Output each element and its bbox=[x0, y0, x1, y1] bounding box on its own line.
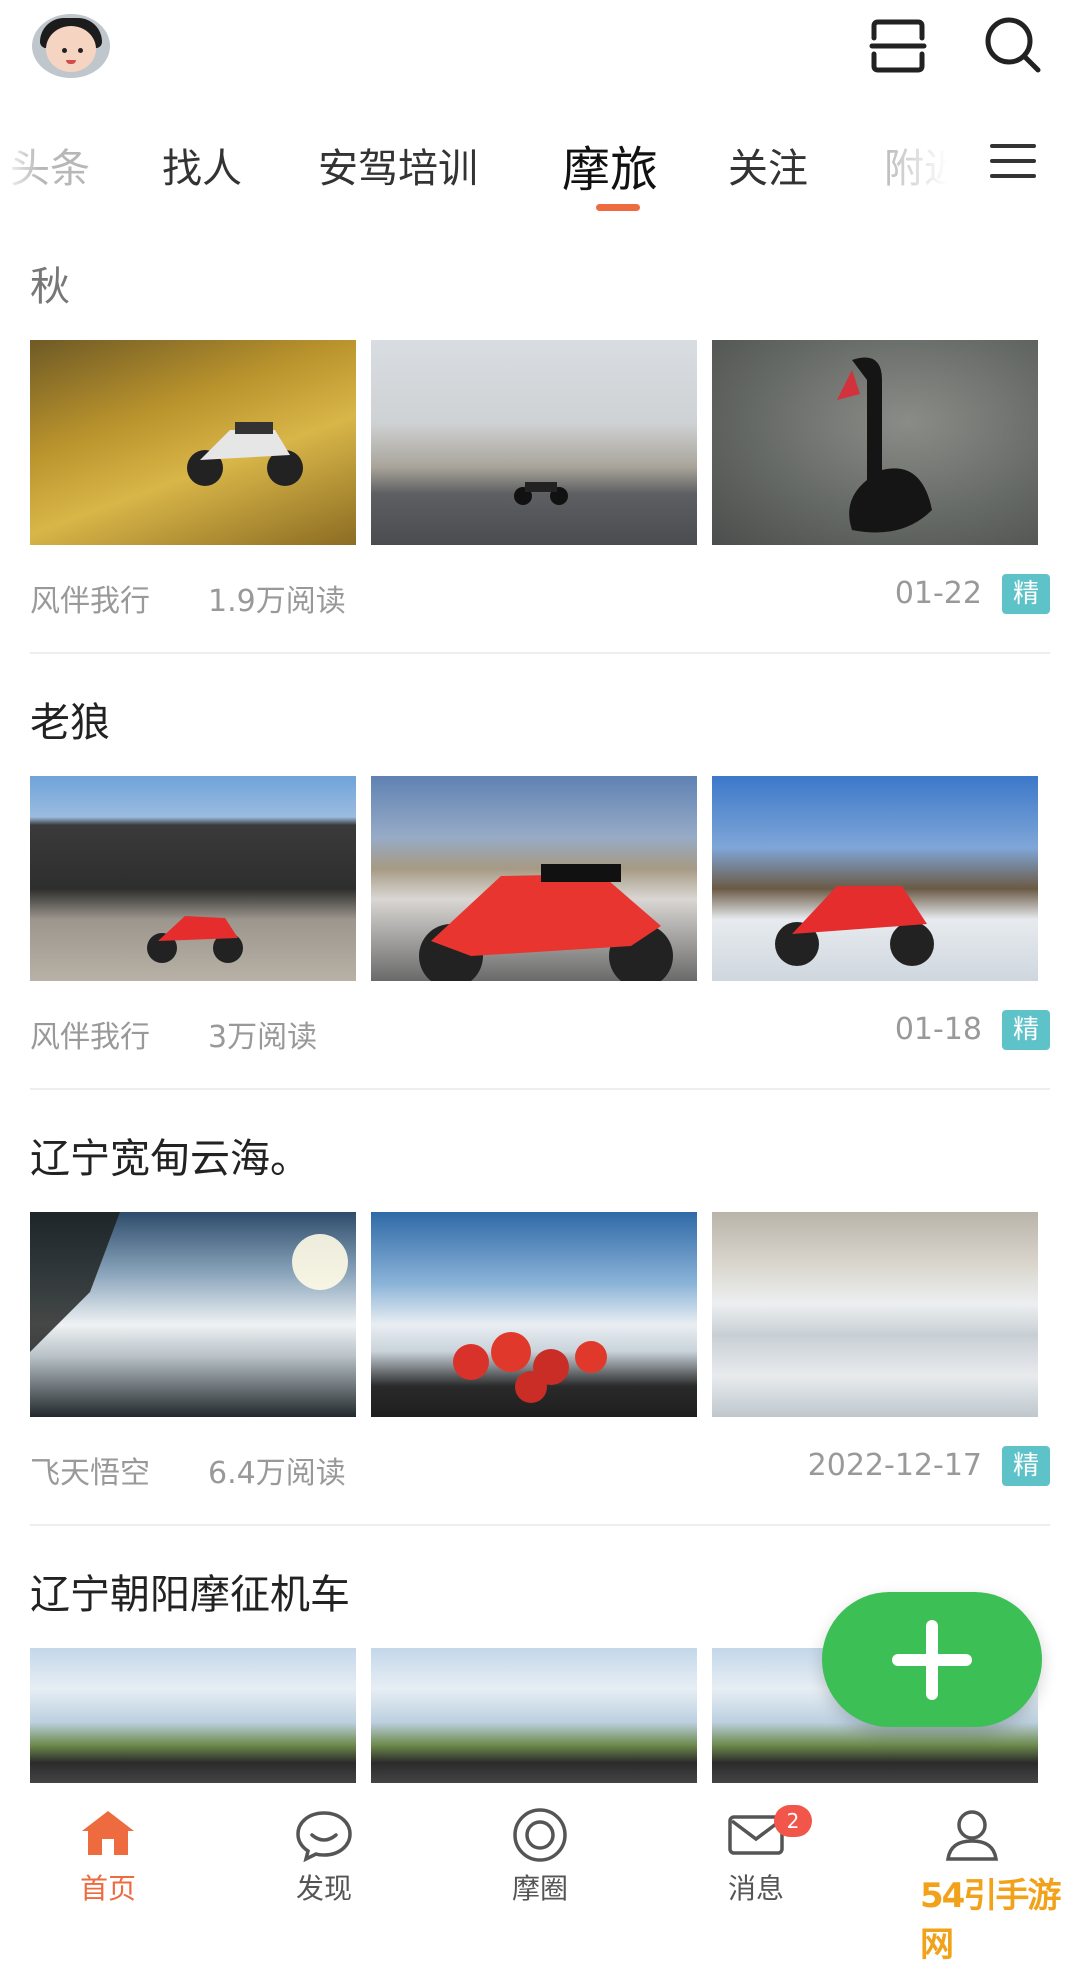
menu-icon[interactable] bbox=[990, 144, 1036, 184]
post-meta: 风伴我行 1.9万阅读 01-22 精 bbox=[30, 570, 1050, 620]
divider bbox=[30, 1524, 1050, 1526]
top-bar bbox=[0, 0, 1080, 100]
nav-label: 摩圈 bbox=[511, 1872, 568, 1905]
post-image[interactable] bbox=[371, 1648, 697, 1783]
tab-find-people[interactable]: 找人 bbox=[162, 136, 242, 194]
post-image[interactable] bbox=[712, 340, 1038, 545]
user-avatar[interactable] bbox=[32, 14, 110, 78]
post-meta: 飞天悟空 6.4万阅读 2022-12-17 精 bbox=[30, 1442, 1050, 1492]
post-title: 辽宁宽甸云海。 bbox=[30, 1136, 310, 1182]
post-card[interactable]: 秋 风伴我行 1.9万阅读 01-22 精 bbox=[0, 240, 1080, 675]
divider bbox=[30, 1088, 1050, 1090]
nav-discover[interactable]: 发现 bbox=[216, 1785, 432, 1920]
post-image[interactable] bbox=[371, 1212, 697, 1417]
post-images bbox=[30, 776, 1050, 981]
tab-safe-driving[interactable]: 安驾培训 bbox=[318, 136, 478, 194]
bottom-nav: 首页 发现 摩圈 2 消息 bbox=[0, 1785, 1080, 1920]
post-read-count: 1.9万阅读 bbox=[208, 584, 346, 619]
circle-icon bbox=[513, 1808, 567, 1862]
nav-label: 发现 bbox=[295, 1872, 352, 1905]
post-card[interactable]: 辽宁宽甸云海。 飞天悟空 6.4万阅读 2022-12-17 精 bbox=[0, 1112, 1080, 1547]
post-date: 2022-12-17 bbox=[807, 1448, 982, 1483]
category-tabs: 头条 找人 安驾培训 摩旅 关注 附近 bbox=[0, 118, 1080, 218]
active-tab-indicator bbox=[596, 204, 640, 211]
nav-messages[interactable]: 2 消息 bbox=[648, 1785, 864, 1920]
nav-label: 消息 bbox=[727, 1872, 784, 1905]
user-icon bbox=[945, 1810, 999, 1861]
post-author[interactable]: 飞天悟空 bbox=[30, 1448, 150, 1492]
tab-moto-travel[interactable]: 摩旅 bbox=[562, 130, 658, 200]
create-post-button[interactable] bbox=[822, 1592, 1042, 1727]
post-card[interactable]: 老狼 风伴我行 3万阅读 01-18 精 bbox=[0, 676, 1080, 1111]
post-author[interactable]: 风伴我行 bbox=[30, 1012, 150, 1056]
post-image[interactable] bbox=[30, 776, 356, 981]
watermark: 54引手游网 bbox=[920, 1876, 1061, 1965]
post-image[interactable] bbox=[712, 776, 1038, 981]
tab-following[interactable]: 关注 bbox=[728, 136, 808, 194]
post-meta: 风伴我行 3万阅读 01-18 精 bbox=[30, 1006, 1050, 1056]
post-images bbox=[30, 340, 1050, 545]
post-date: 01-18 bbox=[894, 1012, 982, 1047]
unread-badge: 2 bbox=[774, 1805, 812, 1837]
post-image[interactable] bbox=[712, 1212, 1038, 1417]
post-image[interactable] bbox=[371, 340, 697, 545]
post-read-count: 6.4万阅读 bbox=[208, 1456, 346, 1491]
post-author[interactable]: 风伴我行 bbox=[30, 576, 150, 620]
search-icon[interactable] bbox=[982, 14, 1044, 76]
post-image[interactable] bbox=[30, 1648, 356, 1783]
post-image[interactable] bbox=[30, 1212, 356, 1417]
featured-badge: 精 bbox=[1002, 1446, 1050, 1486]
post-date: 01-22 bbox=[894, 576, 982, 611]
chat-bubble-icon bbox=[296, 1811, 352, 1863]
featured-badge: 精 bbox=[1002, 1010, 1050, 1050]
featured-badge: 精 bbox=[1002, 574, 1050, 614]
home-icon bbox=[82, 1811, 134, 1855]
divider bbox=[30, 652, 1050, 654]
post-title: 辽宁朝阳摩征机车 bbox=[30, 1572, 350, 1618]
post-images bbox=[30, 1212, 1050, 1417]
scan-icon[interactable] bbox=[868, 16, 928, 76]
nav-home[interactable]: 首页 bbox=[0, 1785, 216, 1920]
post-read-count: 3万阅读 bbox=[208, 1020, 318, 1055]
post-image[interactable] bbox=[371, 776, 697, 981]
post-image[interactable] bbox=[30, 340, 356, 545]
nav-moto-circle[interactable]: 摩圈 bbox=[432, 1785, 648, 1920]
nav-label: 首页 bbox=[79, 1872, 136, 1905]
post-title: 秋 bbox=[30, 264, 70, 310]
post-title: 老狼 bbox=[30, 700, 110, 746]
